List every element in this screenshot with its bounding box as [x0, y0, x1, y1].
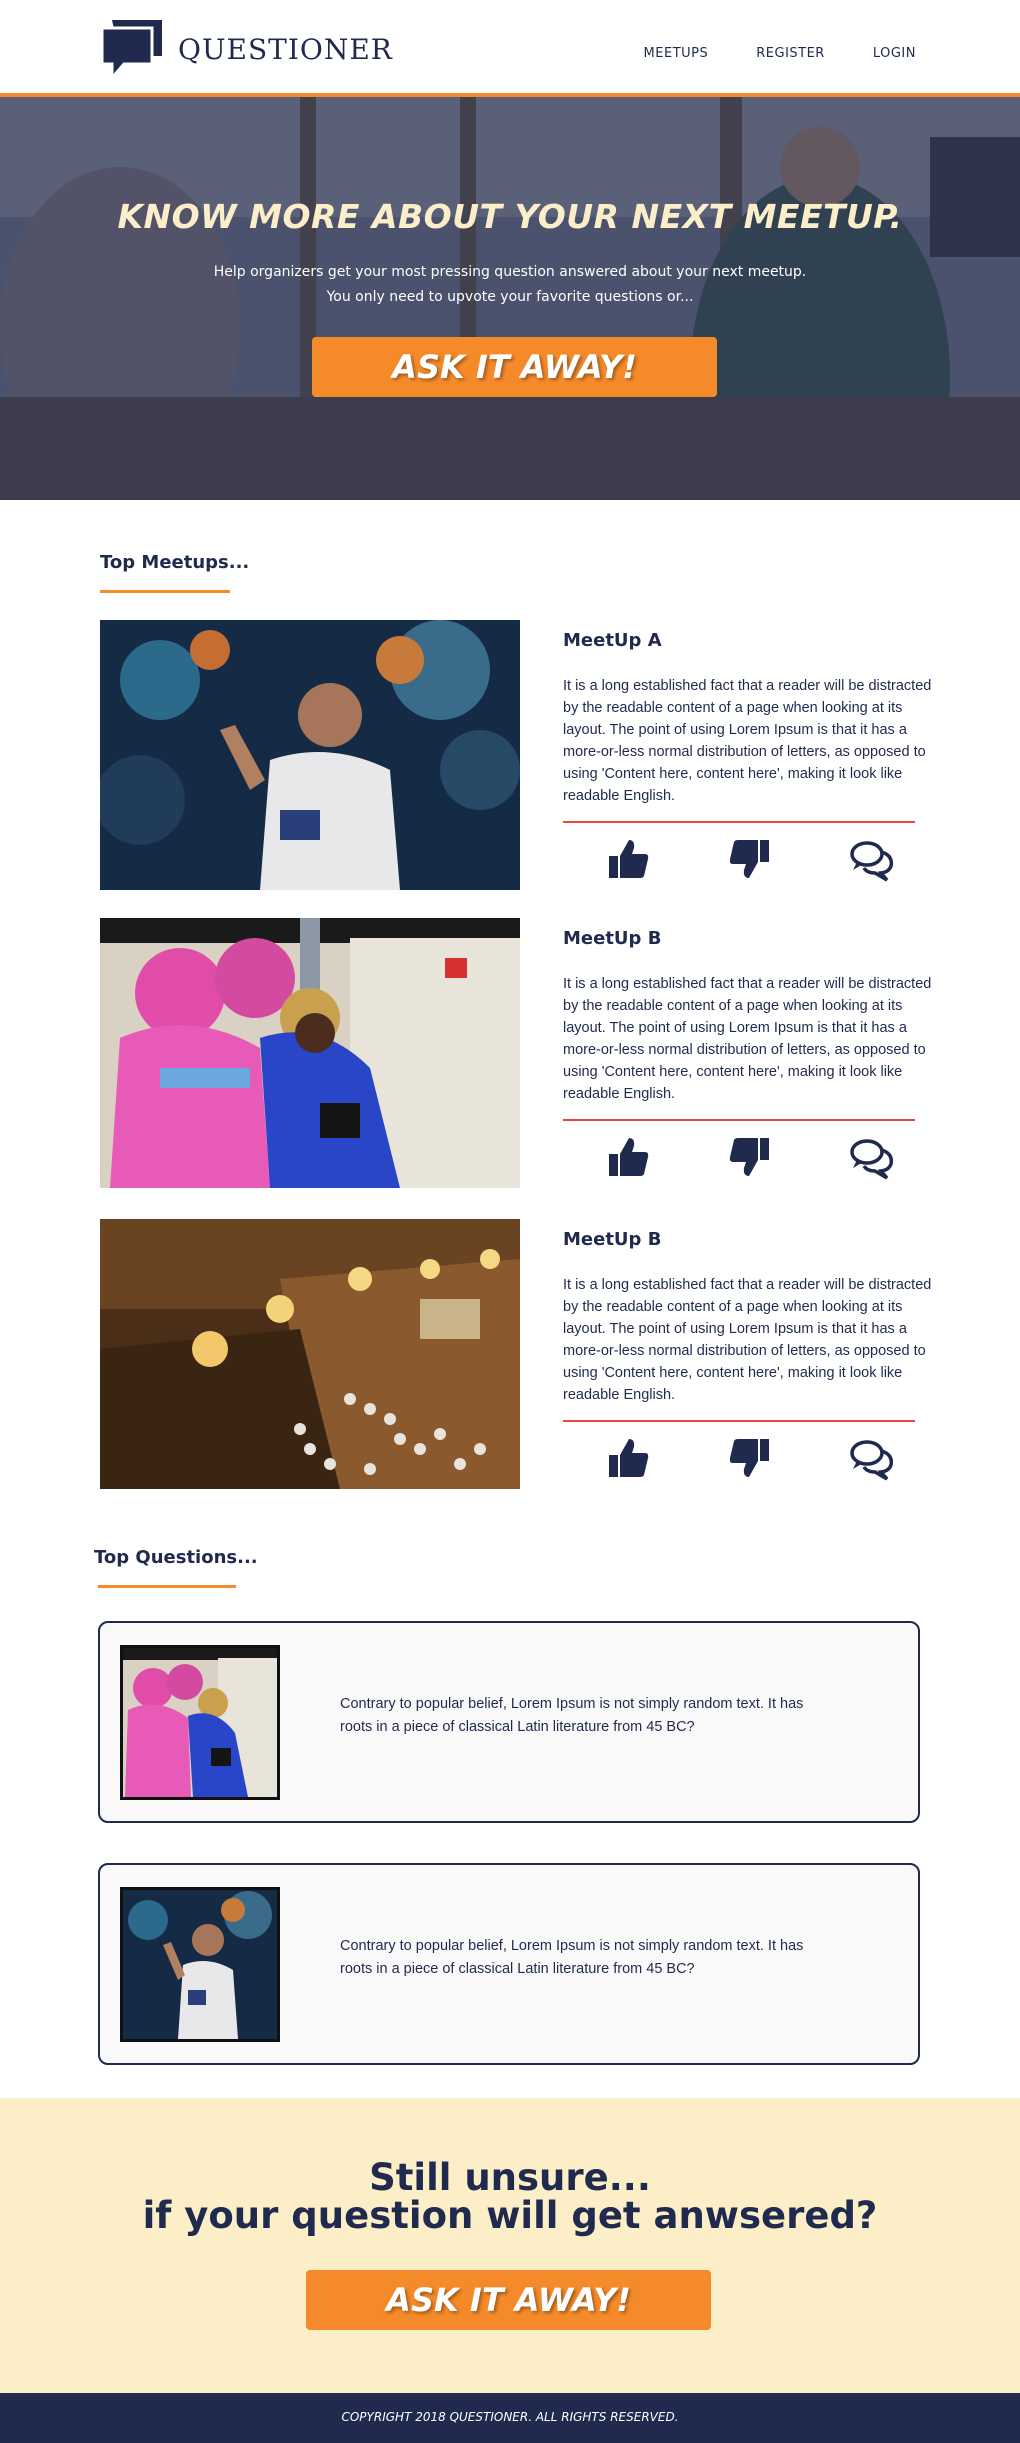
meetup-divider: [563, 821, 915, 823]
question-image: [120, 1645, 280, 1800]
thumbs-up-icon[interactable]: [605, 836, 651, 882]
cta-heading-line-1: Still unsure...: [369, 2156, 651, 2199]
ask-it-away-button[interactable]: ASK IT AWAY!: [312, 337, 717, 397]
comments-icon[interactable]: [849, 1134, 895, 1180]
comments-icon[interactable]: [849, 1435, 895, 1481]
hero-title: KNOW MORE ABOUT YOUR NEXT MEETUP.: [117, 197, 903, 236]
site-header: QUESTIONER MEETUPS REGISTER LOGIN: [0, 0, 1020, 97]
meetup-b-image[interactable]: [100, 1219, 520, 1489]
brand-name: QUESTIONER: [178, 32, 393, 66]
nav-login[interactable]: LOGIN: [873, 46, 916, 61]
meetup-a-image[interactable]: [100, 620, 520, 890]
thumbs-up-icon[interactable]: [605, 1435, 651, 1481]
thumbs-up-icon[interactable]: [605, 1134, 651, 1180]
main-nav: MEETUPS REGISTER LOGIN: [644, 46, 916, 61]
hero-subtitle-line-1: Help organizers get your most pressing q…: [213, 264, 807, 280]
meetup-description: It is a long established fact that a rea…: [563, 1277, 932, 1403]
question-image: [120, 1887, 280, 2042]
cta-section: Still unsure... if your question will ge…: [0, 2098, 1020, 2393]
meetup-title[interactable]: MeetUp B: [563, 928, 661, 949]
thumbs-down-icon[interactable]: [727, 1435, 773, 1481]
comments-icon[interactable]: [849, 836, 895, 882]
ask-it-away-button[interactable]: ASK IT AWAY!: [306, 2270, 711, 2330]
meetup-title[interactable]: MeetUp B: [563, 1229, 661, 1250]
meetup-divider: [563, 1119, 915, 1121]
top-questions-heading: Top Questions...: [94, 1547, 258, 1568]
meetup-actions: [605, 1435, 895, 1481]
question-card[interactable]: Contrary to popular belief, Lorem Ipsum …: [98, 1621, 920, 1823]
top-questions-underline: [98, 1585, 236, 1588]
hero-subtitle-line-2: You only need to upvote your favorite qu…: [326, 289, 694, 305]
meetup-b-image[interactable]: [100, 918, 520, 1188]
meetup-title[interactable]: MeetUp A: [563, 630, 662, 651]
top-meetups-underline: [100, 590, 230, 593]
meetup-actions: [605, 836, 895, 882]
meetup-description: It is a long established fact that a rea…: [563, 976, 932, 1102]
question-text: Contrary to popular belief, Lorem Ipsum …: [340, 1696, 804, 1735]
site-footer: COPYRIGHT 2018 QUESTIONER. ALL RIGHTS RE…: [0, 2393, 1020, 2443]
nav-meetups[interactable]: MEETUPS: [644, 46, 709, 61]
meetup-divider: [563, 1420, 915, 1422]
question-text: Contrary to popular belief, Lorem Ipsum …: [340, 1938, 804, 1977]
question-card[interactable]: Contrary to popular belief, Lorem Ipsum …: [98, 1863, 920, 2065]
cta-heading-line-2: if your question will get anwsered?: [142, 2194, 878, 2237]
hero-subtitle: Help organizers get your most pressing q…: [0, 260, 1020, 310]
meetup-actions: [605, 1134, 895, 1180]
nav-register[interactable]: REGISTER: [756, 46, 825, 61]
hero-banner: KNOW MORE ABOUT YOUR NEXT MEETUP. Help o…: [0, 97, 1020, 500]
logo[interactable]: QUESTIONER: [100, 18, 393, 83]
thumbs-down-icon[interactable]: [727, 1134, 773, 1180]
speech-bubbles-icon: [100, 18, 164, 83]
meetup-description: It is a long established fact that a rea…: [563, 678, 932, 804]
thumbs-down-icon[interactable]: [727, 836, 773, 882]
copyright-text: COPYRIGHT 2018 QUESTIONER. ALL RIGHTS RE…: [341, 2410, 679, 2424]
top-meetups-heading: Top Meetups...: [100, 552, 250, 573]
